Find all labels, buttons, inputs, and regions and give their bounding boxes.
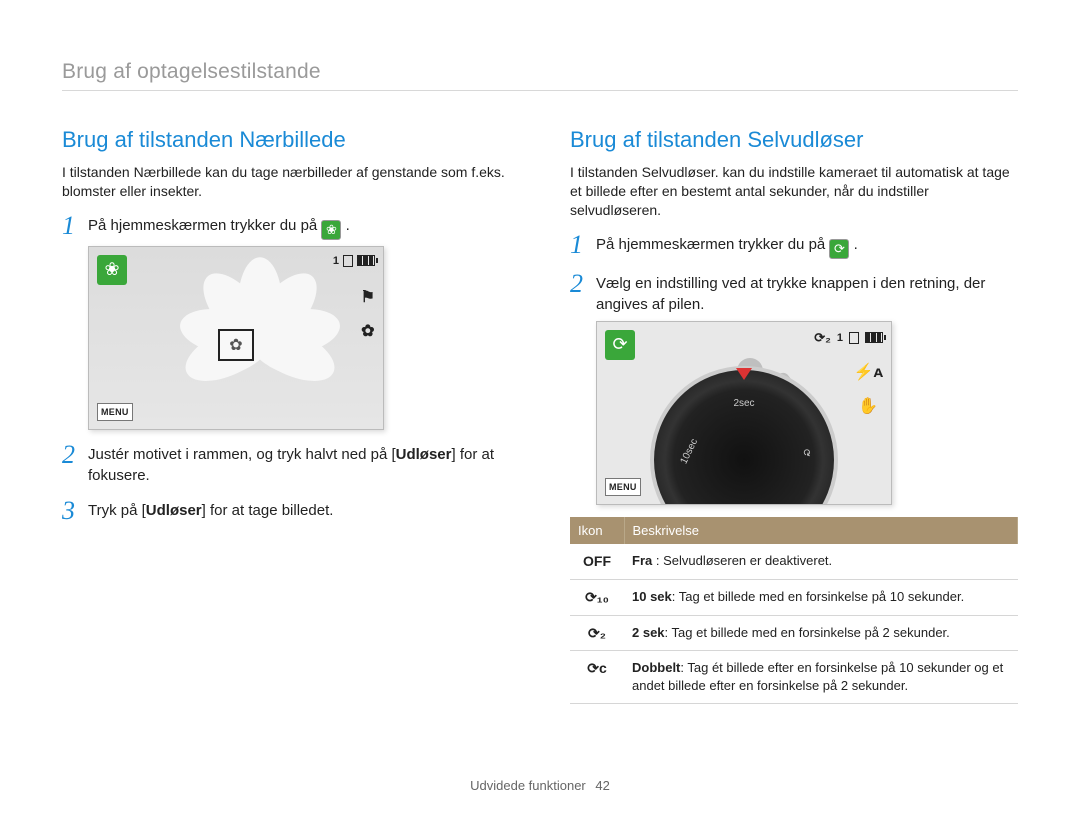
left-intro: I tilstanden Nærbillede kan du tage nærb… bbox=[62, 163, 510, 201]
left-step-1: 1 På hjemmeskærmen trykker du på ❀ . bbox=[62, 215, 510, 240]
memory-icon bbox=[849, 332, 859, 344]
timer-screen-illustration: ⟳ MENU ⟳₂ 1 ⚡ᴀ ✋ 2se bbox=[596, 321, 892, 505]
step-text-suffix: . bbox=[341, 217, 349, 234]
table-head-desc: Beskrivelse bbox=[624, 517, 1018, 544]
step-number: 1 bbox=[570, 232, 596, 258]
timer-dial: 2sec 10sec ⟳ bbox=[650, 366, 838, 505]
timer-small-icon: ⟳₂ bbox=[814, 330, 831, 346]
macro-screen-illustration: ❀ MENU 1 ⚑ ✿ bbox=[88, 246, 384, 430]
dial-pointer-icon bbox=[736, 368, 752, 380]
row-icon-off: OFF bbox=[570, 544, 624, 579]
row-icon-double: ⟳ᴄ bbox=[570, 651, 624, 703]
osd-top-right: ⟳₂ 1 bbox=[814, 330, 883, 346]
dial-label-10sec: 10sec bbox=[679, 437, 701, 466]
right-step-2: 2 Vælg en indstilling ved at trykke knap… bbox=[570, 273, 1018, 315]
step-text-b: ] for at tage billedet. bbox=[202, 502, 334, 519]
step-text-a: Tryk på [ bbox=[88, 502, 146, 519]
step-number: 3 bbox=[62, 498, 88, 524]
shutter-bold: Udløser bbox=[396, 446, 452, 463]
table-head-icon: Ikon bbox=[570, 517, 624, 544]
content-columns: Brug af tilstanden Nærbillede I tilstand… bbox=[62, 127, 1018, 704]
row-desc-rest: : Selvudløseren er deaktiveret. bbox=[652, 553, 832, 568]
timer-mode-badge-icon: ⟳ bbox=[605, 330, 635, 360]
flower-icon: ✿ bbox=[361, 321, 374, 341]
left-step-2: 2 Justér motivet i rammen, og tryk halvt… bbox=[62, 444, 510, 486]
page-footer: Udvidede funktioner 42 bbox=[0, 778, 1080, 793]
left-column: Brug af tilstanden Nærbillede I tilstand… bbox=[62, 127, 510, 704]
flash-auto-icon: ⚡ᴀ bbox=[854, 362, 883, 382]
macro-icon: ❀ bbox=[321, 220, 341, 240]
step-text: På hjemmeskærmen trykker du på bbox=[596, 236, 829, 253]
step-number: 1 bbox=[62, 213, 88, 239]
right-intro: I tilstanden Selvudløser. kan du indstil… bbox=[570, 163, 1018, 220]
step-text-a: Justér motivet i rammen, og tryk halvt n… bbox=[88, 446, 396, 463]
right-step-1: 1 På hjemmeskærmen trykker du på ⟳ . bbox=[570, 234, 1018, 259]
row-icon-10sec: ⟳₁₀ bbox=[570, 579, 624, 615]
page-header: Brug af optagelsestilstande bbox=[62, 60, 1018, 84]
macro-mode-badge-icon: ❀ bbox=[97, 255, 127, 285]
battery-icon bbox=[357, 255, 375, 266]
focus-indicator bbox=[218, 329, 254, 361]
timer-options-table: Ikon Beskrivelse OFF Fra : Selvudløseren… bbox=[570, 517, 1018, 704]
flower-graphic bbox=[165, 256, 355, 406]
table-row: ⟳₂ 2 sek: Tag et billede med en forsinke… bbox=[570, 615, 1018, 651]
menu-button: MENU bbox=[605, 478, 641, 496]
dial-label-right: ⟳ bbox=[799, 447, 813, 459]
osd-side-icons: ⚡ᴀ ✋ bbox=[854, 362, 883, 416]
table-row: ⟳₁₀ 10 sek: Tag et billede med en forsin… bbox=[570, 579, 1018, 615]
battery-icon bbox=[865, 332, 883, 343]
row-desc-bold: Fra bbox=[632, 553, 652, 568]
table-row: ⟳ᴄ Dobbelt: Tag ét billede efter en fors… bbox=[570, 651, 1018, 703]
footer-page-number: 42 bbox=[595, 778, 609, 793]
shutter-bold: Udløser bbox=[146, 502, 202, 519]
left-title: Brug af tilstanden Nærbillede bbox=[62, 127, 510, 153]
row-desc-bold: Dobbelt bbox=[632, 660, 680, 675]
timer-icon: ⟳ bbox=[829, 239, 849, 259]
osd-side-icons: ⚑ ✿ bbox=[361, 287, 375, 341]
row-desc-rest: : Tag et billede med en forsinkelse på 2… bbox=[665, 625, 950, 640]
right-column: Brug af tilstanden Selvudløser I tilstan… bbox=[570, 127, 1018, 704]
footer-section: Udvidede funktioner bbox=[470, 778, 586, 793]
menu-button: MENU bbox=[97, 403, 133, 421]
row-desc-bold: 2 sek bbox=[632, 625, 665, 640]
step-text-suffix: . bbox=[849, 236, 857, 253]
row-desc-rest: : Tag et billede med en forsinkelse på 1… bbox=[672, 589, 964, 604]
table-row: OFF Fra : Selvudløseren er deaktiveret. bbox=[570, 544, 1018, 579]
row-desc-rest: : Tag ét billede efter en forsinkelse på… bbox=[632, 660, 1003, 693]
right-title: Brug af tilstanden Selvudløser bbox=[570, 127, 1018, 153]
header-divider bbox=[62, 90, 1018, 91]
flag-icon: ⚑ bbox=[361, 287, 375, 307]
left-step-3: 3 Tryk på [Udløser] for at tage billedet… bbox=[62, 500, 510, 524]
osd-count: 1 bbox=[837, 332, 843, 344]
stabilizer-icon: ✋ bbox=[858, 396, 878, 416]
step-number: 2 bbox=[570, 271, 596, 297]
step-text: Vælg en indstilling ved at trykke knappe… bbox=[596, 273, 1018, 315]
step-number: 2 bbox=[62, 442, 88, 468]
dial-label-2sec: 2sec bbox=[733, 398, 754, 409]
step-text: På hjemmeskærmen trykker du på bbox=[88, 217, 321, 234]
row-icon-2sec: ⟳₂ bbox=[570, 615, 624, 651]
row-desc-bold: 10 sek bbox=[632, 589, 672, 604]
